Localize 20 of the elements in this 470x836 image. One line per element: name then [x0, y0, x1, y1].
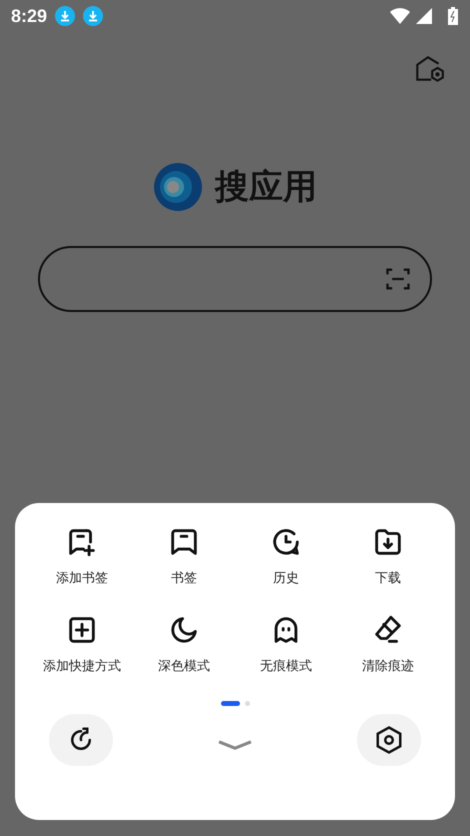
- status-time: 8:29: [11, 6, 48, 26]
- download-notification-icon: [83, 6, 104, 26]
- menu-item[interactable]: 下载: [337, 525, 439, 587]
- wifi-icon: [390, 8, 410, 24]
- menu-item[interactable]: 深色模式: [133, 613, 235, 675]
- logo-icon: [153, 162, 203, 212]
- menu-item[interactable]: 历史: [235, 525, 337, 587]
- battery-charging-icon: [448, 7, 458, 25]
- settings-icon: [374, 725, 404, 755]
- collapse-chevron-icon[interactable]: [218, 739, 252, 751]
- menu-item[interactable]: 添加快捷方式: [31, 613, 133, 675]
- logo-text: 搜应用: [215, 166, 317, 209]
- menu-item[interactable]: 添加书签: [31, 525, 133, 587]
- search-field[interactable]: [38, 246, 432, 312]
- download-notification-icon: [55, 6, 76, 26]
- menu-item[interactable]: 清除痕迹: [337, 613, 439, 675]
- refresh-button[interactable]: [49, 714, 113, 766]
- signal-icon: [414, 8, 434, 24]
- menu-item[interactable]: 书签: [133, 525, 235, 587]
- menu-item[interactable]: 无痕模式: [235, 613, 337, 675]
